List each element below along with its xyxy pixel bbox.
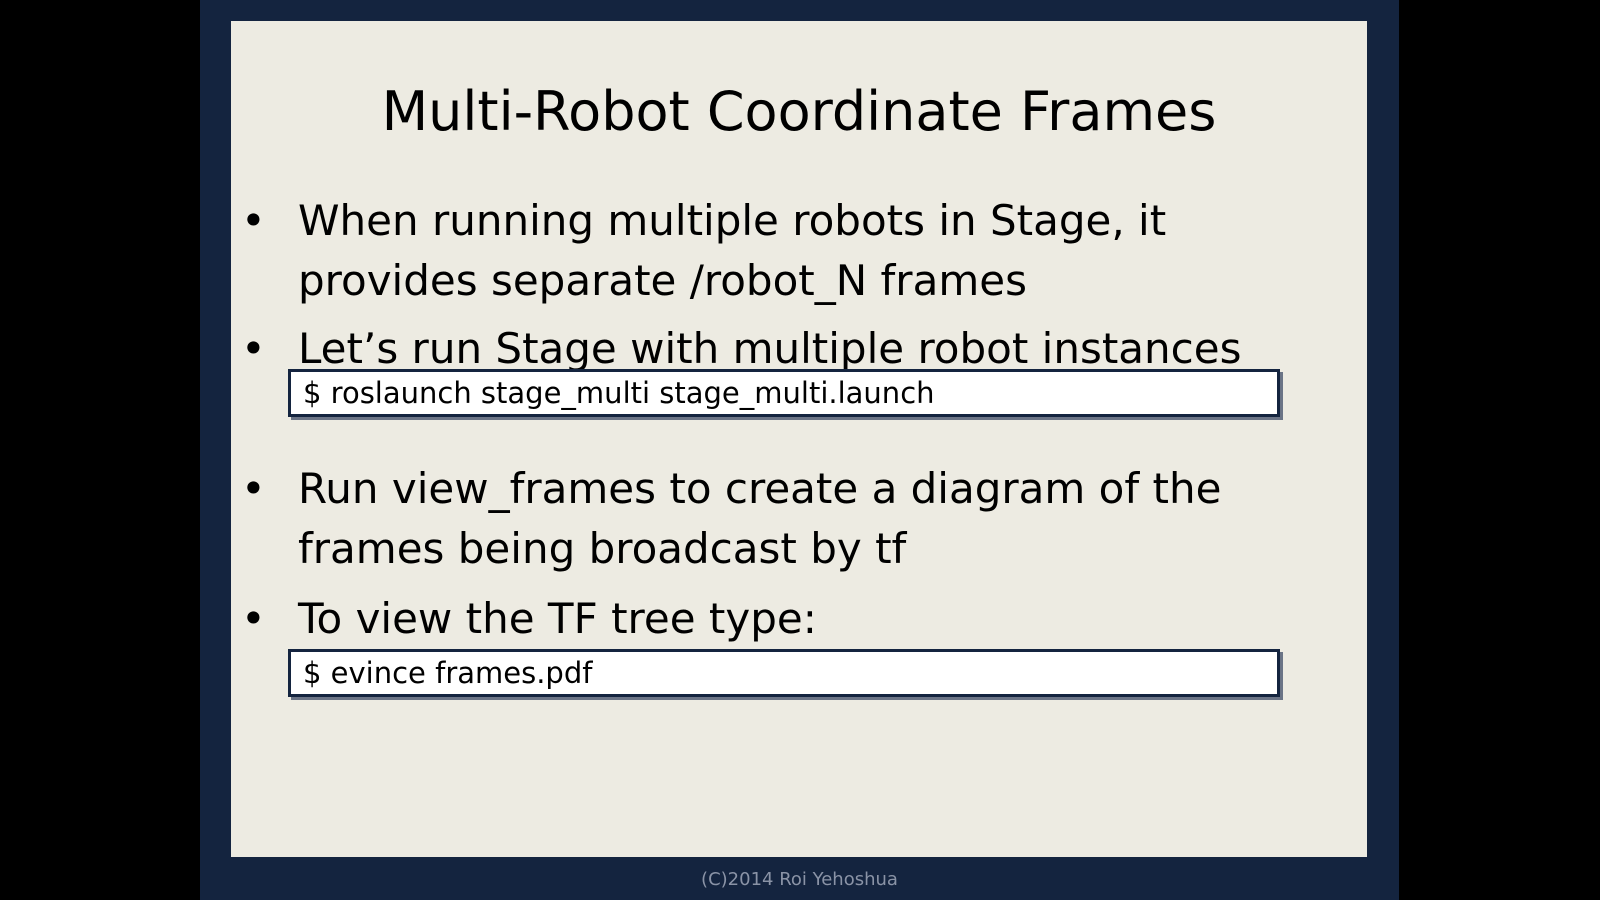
bullet-text: Run view_frames to create a diagram of t… — [298, 464, 1222, 573]
slide-title: Multi-Robot Coordinate Frames — [381, 80, 1217, 143]
bullet-marker: • — [241, 196, 266, 245]
bullet-marker: • — [241, 464, 266, 513]
bullet-text: To view the TF tree type: — [298, 594, 817, 643]
command-box-roslaunch: $ roslaunch stage_multi stage_multi.laun… — [288, 369, 1280, 417]
slide: Multi-Robot Coordinate Frames • When run… — [200, 0, 1399, 900]
bullet-marker: • — [241, 324, 266, 373]
bullet-text: When running multiple robots in Stage, i… — [298, 196, 1167, 305]
slide-footer-copyright: (C)2014 Roi Yehoshua — [701, 869, 898, 890]
bullet-marker: • — [241, 594, 266, 643]
presentation-viewer: Multi-Robot Coordinate Frames • When run… — [0, 0, 1600, 900]
slide-content-panel: Multi-Robot Coordinate Frames • When run… — [231, 21, 1367, 857]
command-box-evince: $ evince frames.pdf — [288, 649, 1280, 697]
